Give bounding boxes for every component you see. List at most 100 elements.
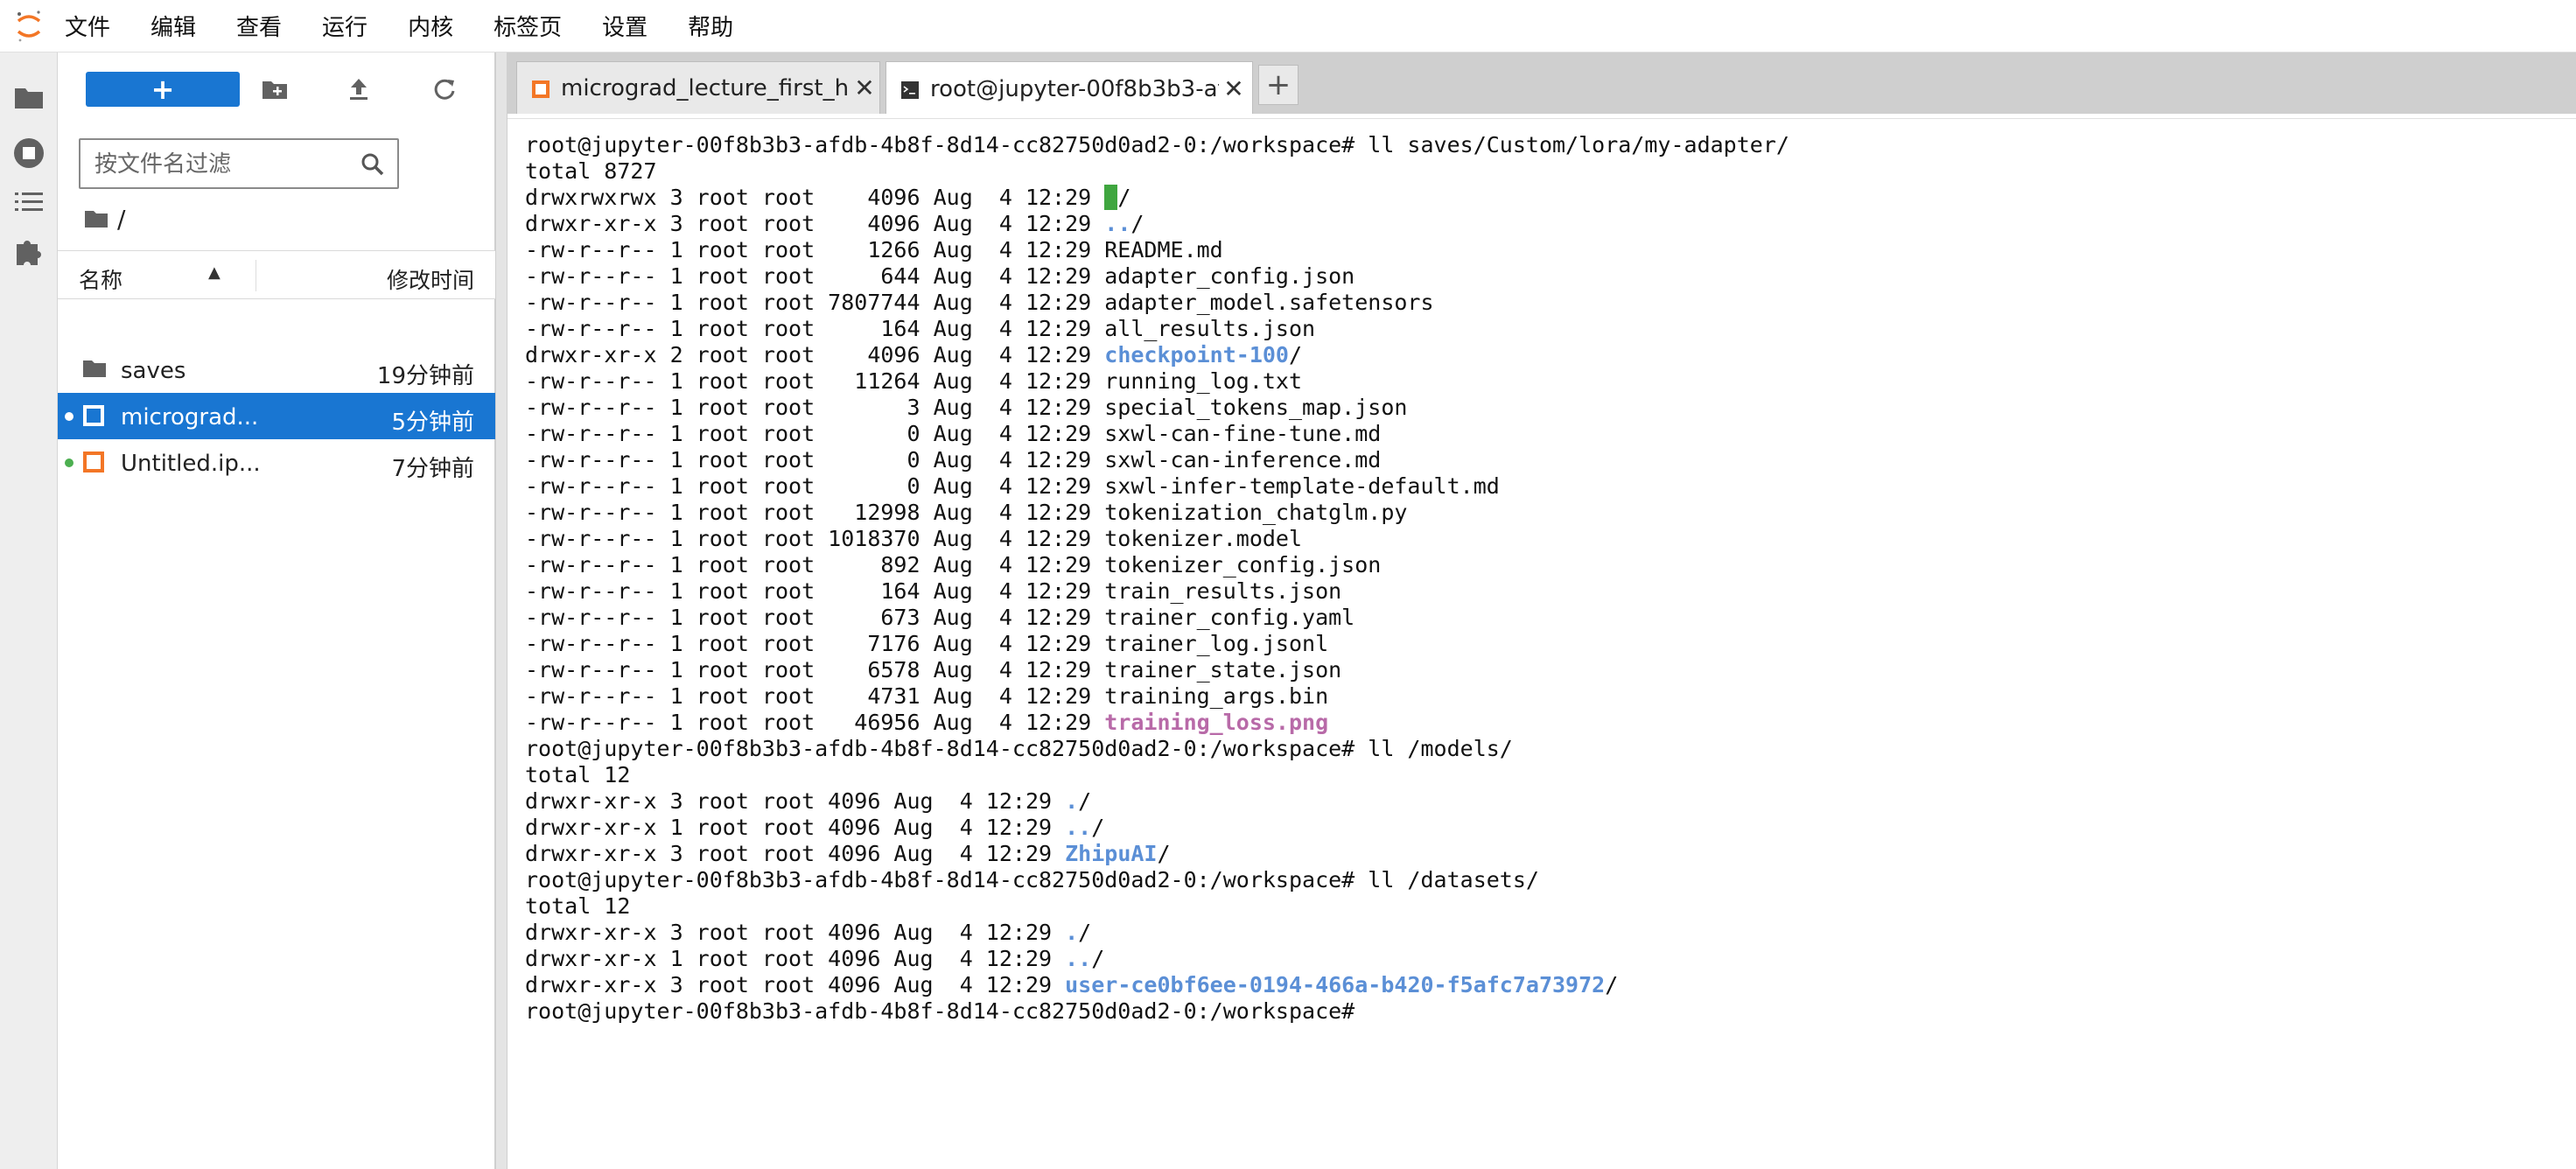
- left-activity-bar: [0, 52, 58, 1169]
- new-folder-icon[interactable]: [259, 74, 290, 105]
- file-filter-box: [79, 138, 399, 189]
- terminal-text: -rw-r--r-- 1 root root 0 Aug 4 12:29 sxw…: [525, 447, 1382, 472]
- terminal-text: -rw-r--r-- 1 root root 3 Aug 4 12:29 spe…: [525, 395, 1408, 420]
- terminal-line: -rw-r--r-- 1 root root 892 Aug 4 12:29 t…: [525, 552, 1789, 578]
- terminal-line: total 12: [525, 893, 1789, 920]
- image-file-entry: training_loss.png: [1104, 710, 1329, 735]
- terminal-line: -rw-r--r-- 1 root root 46956 Aug 4 12:29…: [525, 710, 1789, 736]
- close-icon[interactable]: ✕: [853, 74, 876, 102]
- terminal-line: -rw-r--r-- 1 root root 3 Aug 4 12:29 spe…: [525, 395, 1789, 421]
- file-browser-toolbar: +: [58, 52, 495, 126]
- notebook-icon: [82, 404, 107, 429]
- column-name-header[interactable]: 名称: [79, 263, 122, 295]
- column-modified-header[interactable]: 修改时间: [387, 263, 474, 295]
- file-modified-time: 5分钟前: [391, 410, 474, 436]
- terminal-text: -rw-r--r-- 1 root root 6578 Aug 4 12:29 …: [525, 657, 1342, 682]
- file-name: Untitled.ip...: [121, 451, 261, 477]
- terminal-text: drwxr-xr-x 3 root root 4096 Aug 4 12:29: [525, 920, 1066, 945]
- terminal-text: /: [1130, 211, 1144, 236]
- terminal-text: /: [1157, 841, 1171, 866]
- tab-bar-underline: [508, 114, 2576, 119]
- menu-help[interactable]: 帮助: [681, 4, 740, 47]
- refresh-icon[interactable]: [429, 74, 460, 105]
- breadcrumb-home-folder-icon[interactable]: [84, 209, 108, 228]
- terminal-text: drwxr-xr-x 1 root root 4096 Aug 4 12:29: [525, 815, 1066, 840]
- new-launcher-button[interactable]: +: [86, 72, 240, 107]
- directory-entry: .: [1065, 920, 1079, 945]
- terminal-line: -rw-r--r-- 1 root root 6578 Aug 4 12:29 …: [525, 657, 1789, 683]
- file-modified-time: 19分钟前: [376, 363, 474, 389]
- upload-icon[interactable]: [343, 74, 374, 105]
- file-row[interactable]: micrograd... 5分钟前: [58, 393, 495, 439]
- terminal-text: -rw-r--r-- 1 root root 0 Aug 4 12:29 sxw…: [525, 421, 1382, 446]
- menu-view[interactable]: 查看: [229, 4, 289, 47]
- terminal-panel[interactable]: root@jupyter-00f8b3b3-afdb-4b8f-8d14-cc8…: [508, 120, 2576, 1169]
- terminal-line: -rw-r--r-- 1 root root 164 Aug 4 12:29 t…: [525, 578, 1789, 605]
- add-tab-button[interactable]: +: [1258, 65, 1298, 105]
- terminal-text: -rw-r--r-- 1 root root 0 Aug 4 12:29 sxw…: [525, 473, 1500, 499]
- terminal-text: root@jupyter-00f8b3b3-afdb-4b8f-8d14-cc8…: [525, 132, 1789, 158]
- menu-run[interactable]: 运行: [315, 4, 374, 47]
- terminal-text: -rw-r--r-- 1 root root 1018370 Aug 4 12:…: [525, 526, 1303, 551]
- terminal-text: /: [1078, 920, 1092, 945]
- table-of-contents-icon[interactable]: [10, 184, 47, 220]
- menu-file[interactable]: 文件: [58, 4, 117, 47]
- file-row[interactable]: Untitled.ip... 7分钟前: [58, 439, 495, 486]
- close-icon[interactable]: ✕: [1222, 74, 1245, 103]
- tab-label: micrograd_lecture_first_ha: [561, 74, 850, 102]
- file-row[interactable]: saves 19分钟前: [58, 346, 495, 393]
- file-modified-time: 7分钟前: [391, 456, 474, 482]
- panel-splitter[interactable]: [495, 52, 508, 1169]
- terminal-line: drwxr-xr-x 2 root root 4096 Aug 4 12:29 …: [525, 342, 1789, 368]
- terminal-text: root@jupyter-00f8b3b3-afdb-4b8f-8d14-cc8…: [525, 736, 1513, 761]
- file-browser-panel: + / 名称 ▲ 修改时间 saves 19分钟前 micrograd... 5分钟前…: [58, 52, 495, 1169]
- sort-ascending-icon[interactable]: ▲: [208, 263, 220, 282]
- running-stop-icon[interactable]: [10, 135, 47, 172]
- menu-tabs[interactable]: 标签页: [486, 4, 569, 47]
- terminal-text: /: [1117, 185, 1131, 210]
- file-filter-input[interactable]: [94, 147, 348, 182]
- terminal-line: total 8727: [525, 158, 1789, 185]
- terminal-line: -rw-r--r-- 1 root root 11264 Aug 4 12:29…: [525, 368, 1789, 395]
- terminal-line: drwxr-xr-x 1 root root 4096 Aug 4 12:29 …: [525, 815, 1789, 841]
- menu-edit[interactable]: 编辑: [144, 4, 203, 47]
- terminal-text: /: [1078, 788, 1092, 814]
- directory-entry: .: [1065, 788, 1079, 814]
- terminal-text: -rw-r--r-- 1 root root 673 Aug 4 12:29 t…: [525, 605, 1355, 630]
- breadcrumb-root[interactable]: /: [117, 205, 125, 234]
- terminal-line: total 12: [525, 762, 1789, 788]
- tab-notebook[interactable]: micrograd_lecture_first_ha ✕: [516, 61, 880, 114]
- terminal-line: drwxr-xr-x 3 root root 4096 Aug 4 12:29 …: [525, 920, 1789, 946]
- menu-kernel[interactable]: 内核: [401, 4, 460, 47]
- terminal-cursor: .: [1104, 185, 1118, 210]
- status-dot-icon: [65, 458, 74, 467]
- folder-icon[interactable]: [10, 79, 47, 116]
- terminal-text: total 12: [525, 762, 631, 788]
- file-list-header: 名称 ▲ 修改时间: [58, 250, 495, 299]
- file-list: saves 19分钟前 micrograd... 5分钟前 Untitled.ip...…: [58, 346, 495, 486]
- terminal-text: -rw-r--r-- 1 root root 11264 Aug 4 12:29…: [525, 368, 1303, 394]
- terminal-text: /: [1091, 946, 1105, 971]
- notebook-icon: [82, 451, 107, 475]
- directory-entry: ZhipuAI: [1065, 841, 1158, 866]
- terminal-line: drwxr-xr-x 1 root root 4096 Aug 4 12:29 …: [525, 946, 1789, 972]
- plus-icon: +: [150, 73, 175, 106]
- extension-puzzle-icon[interactable]: [10, 233, 47, 270]
- terminal-line: -rw-r--r-- 1 root root 0 Aug 4 12:29 sxw…: [525, 421, 1789, 447]
- terminal-icon: [900, 80, 920, 99]
- terminal-text: -rw-r--r-- 1 root root 7807744 Aug 4 12:…: [525, 290, 1434, 315]
- plus-icon: +: [1265, 67, 1292, 102]
- menu-bar: 文件 编辑 查看 运行 内核 标签页 设置 帮助: [0, 0, 2576, 52]
- notebook-icon: [531, 79, 550, 98]
- terminal-text: /: [1288, 342, 1303, 368]
- terminal-text: total 8727: [525, 158, 657, 184]
- document-tab-bar: micrograd_lecture_first_ha ✕ root@jupyte…: [508, 52, 2576, 116]
- terminal-text: drwxr-xr-x 3 root root 4096 Aug 4 12:29: [525, 788, 1066, 814]
- terminal-line: drwxr-xr-x 3 root root 4096 Aug 4 12:29 …: [525, 841, 1789, 867]
- menu-settings[interactable]: 设置: [595, 4, 654, 47]
- terminal-line: drwxr-xr-x 3 root root 4096 Aug 4 12:29 …: [525, 972, 1789, 998]
- terminal-text: -rw-r--r-- 1 root root 1266 Aug 4 12:29 …: [525, 237, 1223, 262]
- file-name: saves: [121, 358, 186, 384]
- terminal-line: -rw-r--r-- 1 root root 673 Aug 4 12:29 t…: [525, 605, 1789, 631]
- tab-terminal[interactable]: root@jupyter-00f8b3b3-afdb ✕: [886, 61, 1253, 116]
